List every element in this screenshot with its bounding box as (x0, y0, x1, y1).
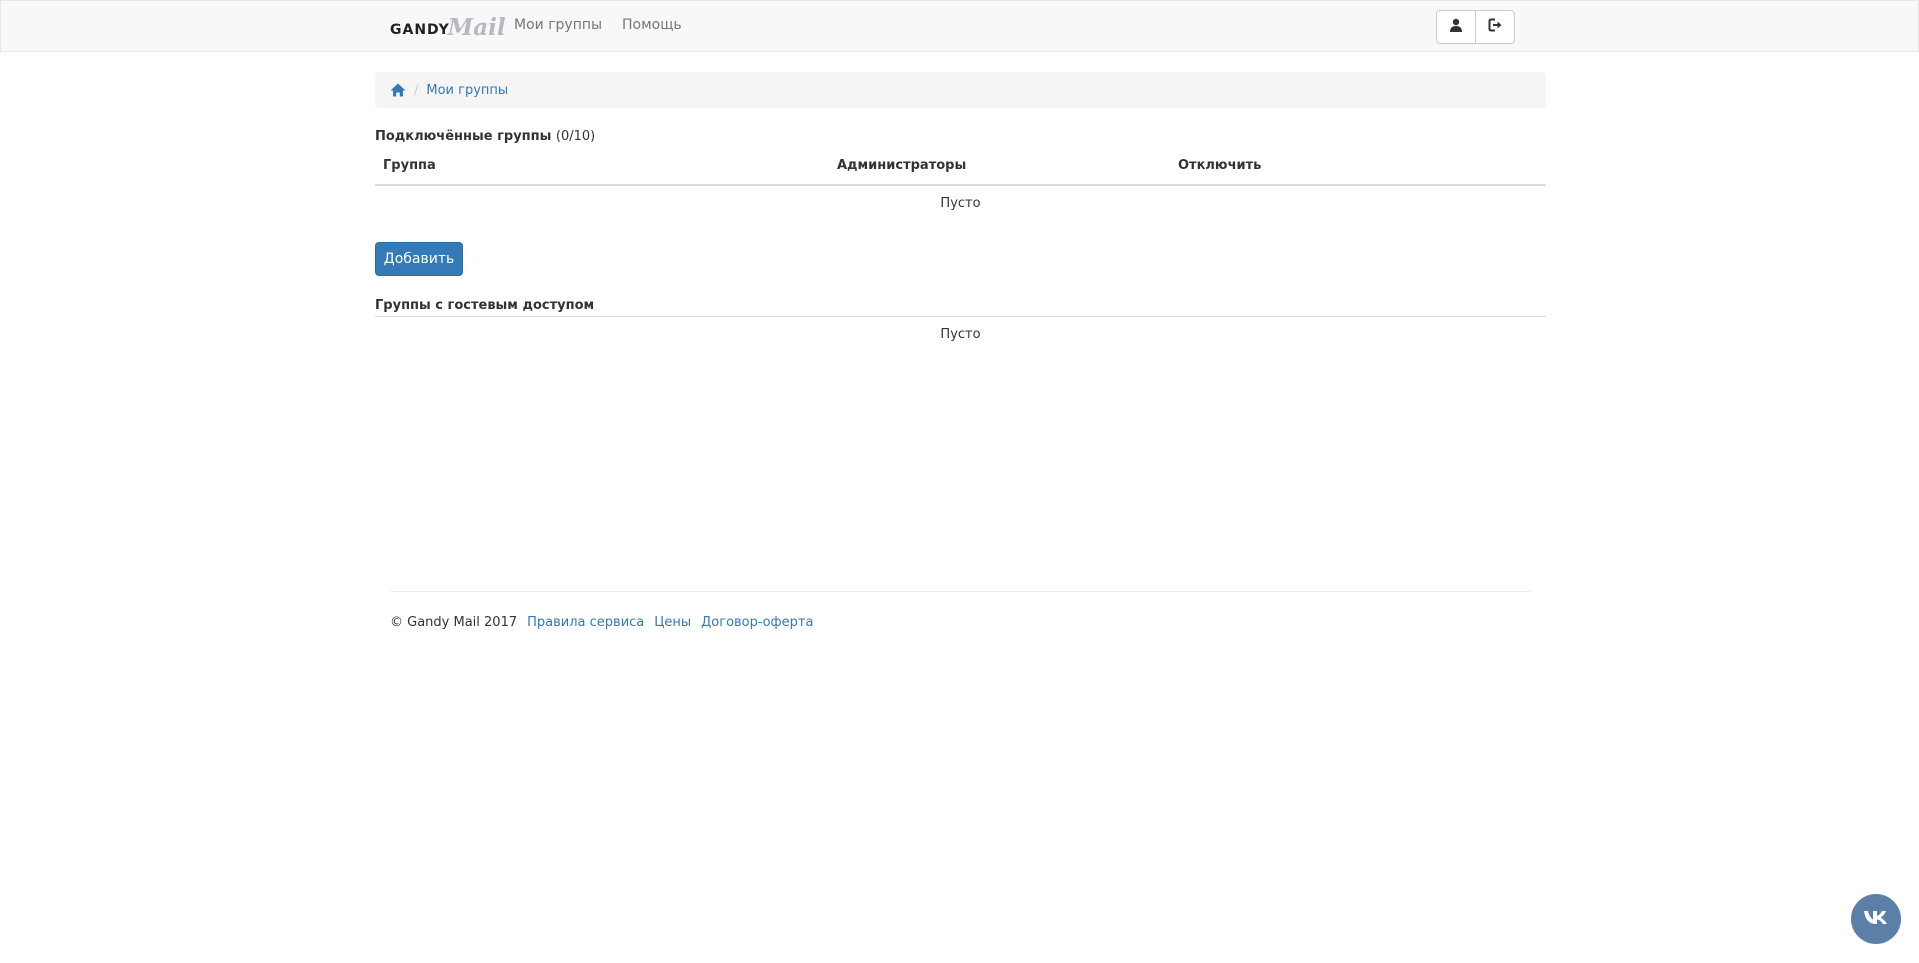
breadcrumb-separator: / (414, 82, 419, 98)
logout-button[interactable] (1475, 10, 1515, 44)
connected-groups-title: Подключённые группы (0/10) (375, 129, 595, 144)
account-button-group (1436, 10, 1515, 44)
logout-icon (1488, 18, 1503, 36)
footer-link-offer[interactable]: Договор-оферта (701, 615, 813, 630)
footer-divider (390, 591, 1531, 592)
column-header-group: Группа (383, 158, 436, 173)
user-icon (1449, 18, 1463, 36)
connected-groups-title-text: Подключённые группы (375, 129, 552, 144)
column-header-admins: Администраторы (837, 158, 967, 173)
footer-link-prices[interactable]: Цены (654, 615, 691, 630)
profile-button[interactable] (1436, 10, 1476, 44)
vk-widget-button[interactable] (1851, 894, 1901, 944)
brand-logo-mail: Mail (447, 14, 506, 41)
footer-link-rules[interactable]: Правила сервиса (527, 615, 644, 630)
groups-table-header: Группа Администраторы Отключить (375, 155, 1546, 186)
footer-copyright: © Gandy Mail 2017 (390, 615, 518, 630)
guest-groups-empty: Пусто (940, 327, 981, 342)
column-header-disconnect: Отключить (1178, 158, 1262, 173)
guest-groups-divider (375, 316, 1546, 317)
brand-logo-gandy: GANDY (390, 22, 450, 38)
home-icon[interactable] (390, 83, 406, 97)
breadcrumb: / Мои группы (375, 72, 1546, 108)
guest-groups-title: Группы с гостевым доступом (375, 298, 595, 313)
connected-groups-count: (0/10) (555, 129, 596, 144)
nav-link-help[interactable]: Помощь (622, 17, 682, 33)
connected-groups-empty: Пусто (940, 196, 981, 211)
footer: © Gandy Mail 2017 Правила сервиса Цены Д… (390, 615, 813, 630)
vk-icon (1863, 909, 1889, 929)
breadcrumb-current[interactable]: Мои группы (426, 83, 508, 98)
brand-logo[interactable]: GANDY Mail (390, 15, 506, 39)
add-group-button[interactable]: Добавить (375, 242, 463, 276)
nav-link-my-groups[interactable]: Мои группы (514, 17, 602, 33)
top-navbar: GANDY Mail Мои группы Помощь (0, 0, 1919, 52)
